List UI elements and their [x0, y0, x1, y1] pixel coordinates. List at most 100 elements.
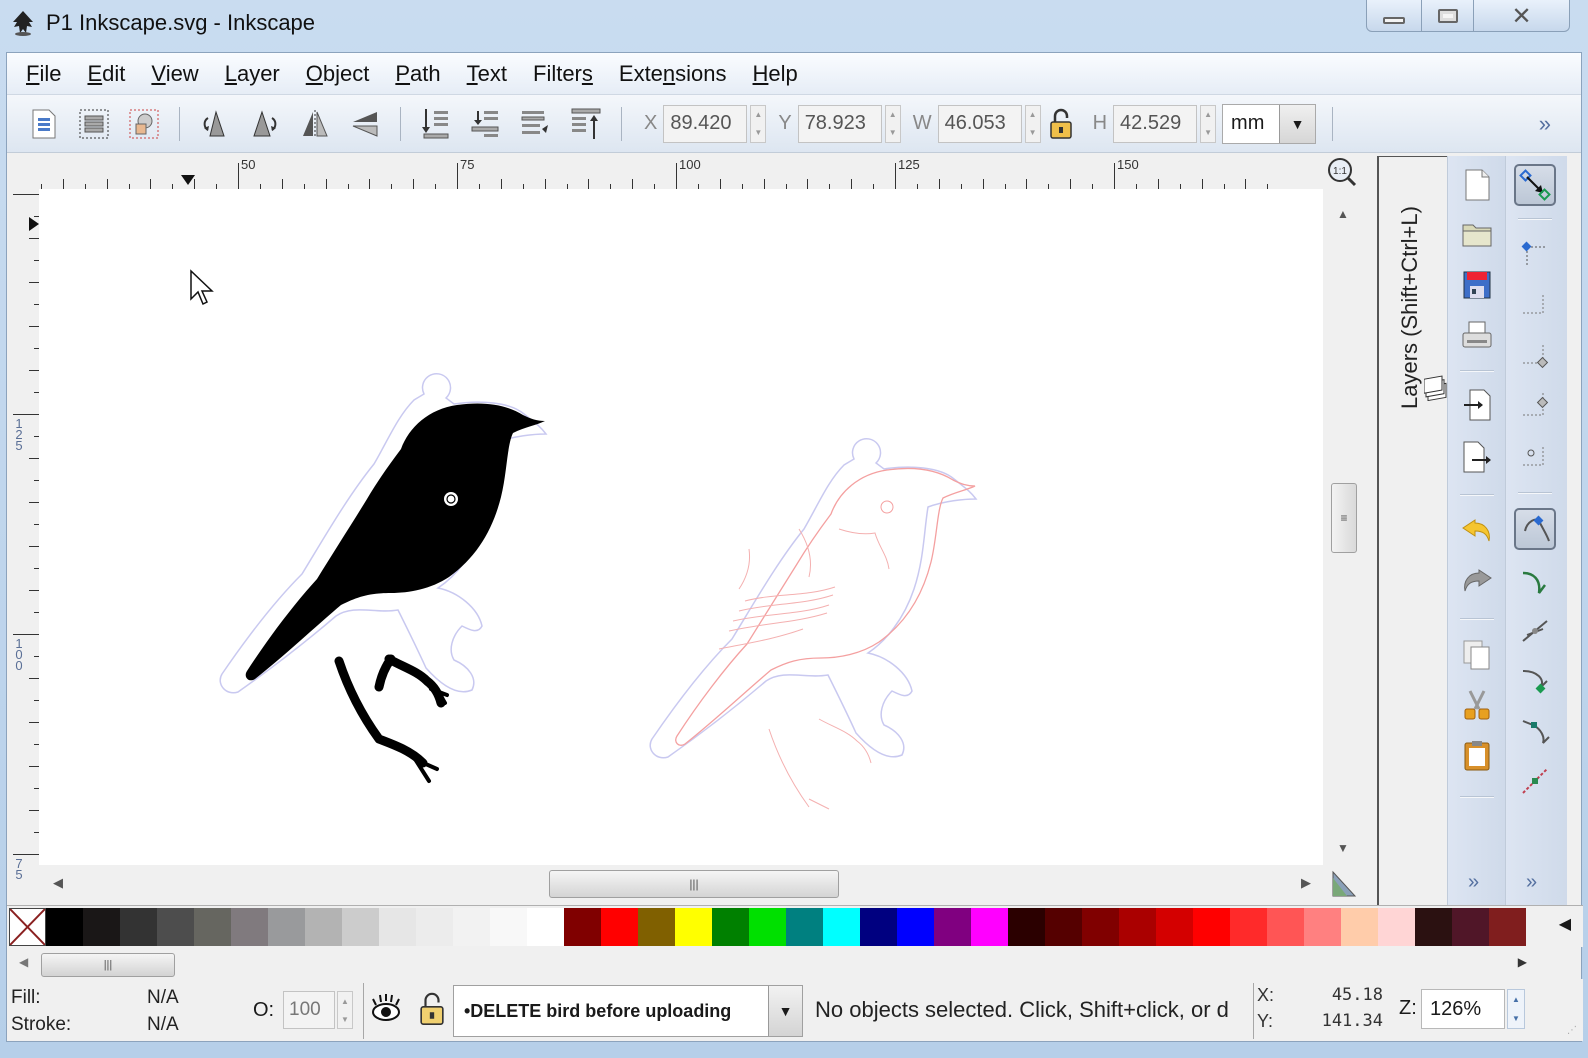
color-swatch[interactable]	[712, 908, 749, 946]
x-input[interactable]: 89.420	[663, 104, 748, 143]
opacity-stepper[interactable]: ▲ ▼	[337, 991, 353, 1029]
open-button[interactable]	[1456, 214, 1498, 256]
resize-grip-icon[interactable]: ⋰	[1567, 1025, 1579, 1037]
snap-overflow-button[interactable]: »	[1526, 871, 1537, 894]
scroll-left-icon[interactable]: ◀	[19, 955, 28, 969]
drawing-canvas[interactable]	[39, 189, 1323, 865]
minimize-button[interactable]	[1367, 0, 1421, 31]
snap-bbox-button[interactable]	[1514, 234, 1556, 276]
color-swatch[interactable]	[1489, 908, 1526, 946]
snap-midpoints-button[interactable]	[1514, 760, 1556, 802]
spin-down-icon[interactable]: ▼	[751, 124, 765, 142]
new-document-button[interactable]	[1456, 164, 1498, 206]
color-swatch[interactable]	[1267, 908, 1304, 946]
opacity-input[interactable]: 100	[283, 991, 335, 1029]
y-stepper[interactable]: ▲ ▼	[884, 104, 901, 143]
vertical-scroll-thumb[interactable]: ≡	[1331, 483, 1357, 553]
snap-bbox-edges-button[interactable]	[1514, 284, 1556, 326]
color-swatch[interactable]	[453, 908, 490, 946]
h-input[interactable]: 42.529	[1113, 104, 1198, 143]
color-swatch[interactable]	[897, 908, 934, 946]
layers-tab[interactable]: Layers (Shift+Ctrl+L)	[1397, 169, 1449, 409]
current-layer-select[interactable]: •DELETE bird before uploading ▼	[453, 985, 803, 1037]
snap-bbox-center-button[interactable]	[1514, 434, 1556, 476]
rotate-ccw-button[interactable]	[195, 104, 235, 144]
color-swatch[interactable]	[860, 908, 897, 946]
menu-view[interactable]: View	[138, 61, 211, 87]
color-swatch[interactable]	[1119, 908, 1156, 946]
horizontal-scrollbar[interactable]: ◀ ||| ▶	[39, 868, 1323, 900]
color-swatch[interactable]	[749, 908, 786, 946]
x-stepper[interactable]: ▲ ▼	[750, 104, 767, 143]
fill-value[interactable]: N/A	[147, 987, 179, 1009]
y-input[interactable]: 78.923	[797, 104, 882, 143]
chevron-down-icon[interactable]: ▼	[768, 986, 802, 1036]
zoom-stepper[interactable]: ▲ ▼	[1507, 989, 1525, 1029]
spin-up-icon[interactable]: ▲	[1201, 106, 1215, 124]
spin-down-icon[interactable]: ▼	[338, 1010, 352, 1028]
color-swatch[interactable]	[601, 908, 638, 946]
spin-up-icon[interactable]: ▲	[886, 106, 900, 124]
scroll-up-icon[interactable]: ▲	[1337, 207, 1349, 221]
flip-horizontal-button[interactable]	[295, 104, 335, 144]
scroll-right-icon[interactable]: ▶	[1518, 955, 1527, 969]
color-swatch[interactable]	[305, 908, 342, 946]
snap-smooth-nodes-button[interactable]	[1514, 710, 1556, 752]
palette-menu-button[interactable]: ◀	[1559, 914, 1571, 934]
raise-to-top-button[interactable]	[566, 104, 606, 144]
horizontal-scroll-thumb[interactable]: |||	[549, 870, 839, 898]
scroll-left-icon[interactable]: ◀	[53, 875, 63, 891]
color-swatch[interactable]	[416, 908, 453, 946]
vertical-scrollbar[interactable]: ▲ ≡ ▼	[1329, 201, 1359, 861]
menu-object[interactable]: Object	[293, 61, 383, 87]
color-swatch[interactable]	[675, 908, 712, 946]
color-swatch[interactable]	[1304, 908, 1341, 946]
zoom-1-to-1-button[interactable]: 1:1	[1327, 157, 1357, 187]
spin-up-icon[interactable]: ▲	[1026, 106, 1040, 124]
color-swatch[interactable]	[231, 908, 268, 946]
flip-vertical-button[interactable]	[345, 104, 385, 144]
horizontal-ruler[interactable]: 50 75 100 125 150	[39, 153, 1339, 189]
w-stepper[interactable]: ▲ ▼	[1024, 104, 1041, 143]
color-swatch[interactable]	[527, 908, 564, 946]
color-swatch[interactable]	[83, 908, 120, 946]
menu-edit[interactable]: Edit	[74, 61, 138, 87]
deselect-button[interactable]	[124, 104, 164, 144]
black-bird-silhouette[interactable]	[219, 372, 548, 783]
no-paint-swatch[interactable]	[9, 908, 46, 946]
menu-filters[interactable]: Filters	[520, 61, 606, 87]
commands-overflow-button[interactable]: »	[1468, 871, 1479, 894]
w-input[interactable]: 46.053	[937, 104, 1022, 143]
export-button[interactable]	[1456, 436, 1498, 478]
select-all-layers-button[interactable]	[74, 104, 114, 144]
color-swatch[interactable]	[1008, 908, 1045, 946]
unit-select[interactable]: mm ▼	[1222, 103, 1317, 144]
save-button[interactable]	[1456, 264, 1498, 306]
snap-paths-button[interactable]	[1514, 560, 1556, 602]
lower-button[interactable]	[466, 104, 506, 144]
menu-layer[interactable]: Layer	[212, 61, 293, 87]
spin-up-icon[interactable]: ▲	[1508, 990, 1524, 1009]
color-swatch[interactable]	[564, 908, 601, 946]
menu-help[interactable]: Help	[740, 61, 811, 87]
color-swatch[interactable]	[268, 908, 305, 946]
color-swatch[interactable]	[157, 908, 194, 946]
color-managed-view-icon[interactable]	[1329, 868, 1359, 900]
color-swatch[interactable]	[638, 908, 675, 946]
redo-button[interactable]	[1456, 560, 1498, 602]
snap-toggle-button[interactable]	[1514, 164, 1556, 206]
lower-to-bottom-button[interactable]	[416, 104, 456, 144]
palette-scrollbar[interactable]: ◀ ||| ▶	[7, 951, 1583, 977]
scroll-down-icon[interactable]: ▼	[1337, 841, 1349, 855]
chevron-down-icon[interactable]: ▼	[1279, 104, 1316, 143]
vertical-ruler[interactable]: 125 100 75	[7, 189, 39, 881]
layer-visibility-eye-icon[interactable]	[369, 993, 403, 1025]
palette-scroll-thumb[interactable]: |||	[41, 953, 175, 977]
spin-down-icon[interactable]: ▼	[1508, 1009, 1524, 1028]
color-swatch[interactable]	[490, 908, 527, 946]
toolbar-overflow-button[interactable]: »	[1539, 111, 1551, 137]
spin-down-icon[interactable]: ▼	[1201, 124, 1215, 142]
spin-up-icon[interactable]: ▲	[338, 992, 352, 1010]
snap-nodes-button[interactable]	[1514, 508, 1556, 550]
color-swatch[interactable]	[1415, 908, 1452, 946]
